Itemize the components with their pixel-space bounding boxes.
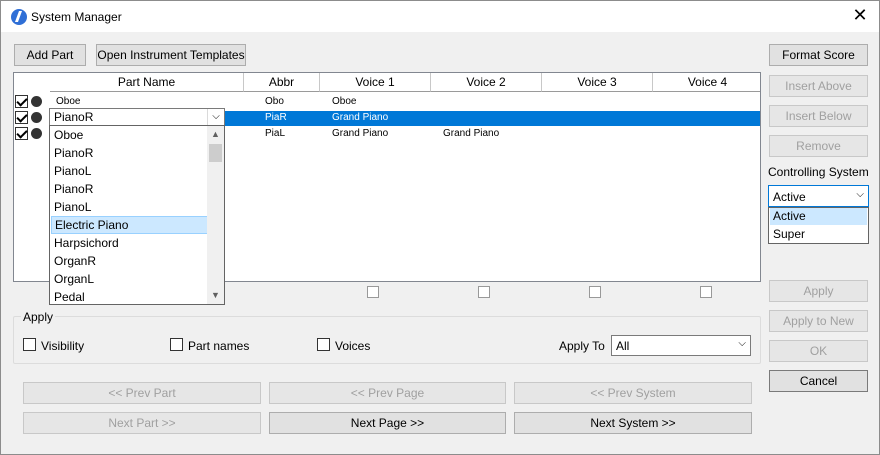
cell-abbr[interactable]: PiaR <box>265 111 287 125</box>
insert-below-button[interactable]: Insert Below <box>769 105 868 127</box>
row-visible-checkbox[interactable] <box>15 127 28 140</box>
cell-abbr[interactable]: PiaL <box>265 127 285 141</box>
next-system-button[interactable]: Next System >> <box>514 412 752 434</box>
apply-to-label: Apply To <box>559 339 605 353</box>
dropdown-option[interactable]: OrganR <box>51 252 208 270</box>
apply-to-select[interactable]: All ⌵ <box>611 335 751 356</box>
chevron-down-icon[interactable]: ⌵ <box>207 109 224 125</box>
row-visible-checkbox[interactable] <box>15 111 28 124</box>
column-header-voice3[interactable]: Voice 3 <box>542 73 653 92</box>
apply-group-label: Apply <box>21 310 56 324</box>
dropdown-option[interactable]: PianoR <box>51 144 208 162</box>
insert-above-button[interactable]: Insert Above <box>769 75 868 97</box>
dropdown-option[interactable]: Harpsichord <box>51 234 208 252</box>
scrollbar-thumb[interactable] <box>209 144 222 162</box>
voice2-apply-checkbox[interactable] <box>478 286 490 298</box>
controlling-system-dropdown[interactable]: Active Super <box>768 207 869 244</box>
add-part-button[interactable]: Add Part <box>14 44 86 66</box>
app-logo-icon <box>11 9 27 25</box>
cell-part-name[interactable]: Oboe <box>56 95 80 109</box>
dropdown-option[interactable]: OrganL <box>51 270 208 288</box>
column-header-part-name[interactable]: Part Name <box>50 73 244 92</box>
apply-to-new-button[interactable]: Apply to New <box>769 310 868 332</box>
voices-label: Voices <box>335 339 371 353</box>
cell-voice1[interactable]: Grand Piano <box>332 111 388 125</box>
close-icon[interactable]: ✕ <box>851 6 869 24</box>
controlling-system-select[interactable]: Active ⌵ <box>768 185 869 207</box>
dropdown-option[interactable]: PianoL <box>51 198 208 216</box>
voice1-apply-checkbox[interactable] <box>367 286 379 298</box>
visibility-label: Visibility <box>41 339 85 353</box>
title-bar: System Manager ✕ <box>1 1 879 32</box>
part-names-label: Part names <box>188 339 250 353</box>
part-name-dropdown-list[interactable]: Oboe PianoR PianoL PianoR PianoL Electri… <box>49 125 225 305</box>
row-status-dot-icon <box>31 112 42 123</box>
dropdown-scrollbar[interactable]: ▲ ▼ <box>207 126 224 304</box>
part-name-combobox-value: PianoR <box>54 110 94 124</box>
voices-checkbox[interactable] <box>317 338 330 351</box>
column-header-voice4[interactable]: Voice 4 <box>653 73 760 92</box>
cell-voice2[interactable]: Grand Piano <box>443 127 499 141</box>
system-manager-window: System Manager ✕ Add Part Open Instrumen… <box>0 0 880 455</box>
controlling-system-value: Active <box>773 190 806 204</box>
apply-button[interactable]: Apply <box>769 280 868 302</box>
dropdown-option[interactable]: Pedal <box>51 288 208 304</box>
window-title: System Manager <box>31 10 122 24</box>
cell-voice1[interactable]: Grand Piano <box>332 127 388 141</box>
apply-to-value: All <box>616 339 630 353</box>
part-names-checkbox[interactable] <box>170 338 183 351</box>
cell-abbr[interactable]: Obo <box>265 95 284 109</box>
format-score-button[interactable]: Format Score <box>769 44 868 66</box>
chevron-down-icon: ⌵ <box>856 189 864 200</box>
prev-part-button[interactable]: << Prev Part <box>23 382 261 404</box>
scroll-down-icon[interactable]: ▼ <box>207 287 224 304</box>
dropdown-option[interactable]: PianoR <box>51 180 208 198</box>
open-instrument-templates-button[interactable]: Open Instrument Templates <box>96 44 246 66</box>
dropdown-option[interactable]: Super <box>770 226 867 243</box>
column-header-voice1[interactable]: Voice 1 <box>320 73 431 92</box>
dropdown-option[interactable]: Oboe <box>51 126 208 144</box>
prev-system-button[interactable]: << Prev System <box>514 382 752 404</box>
cancel-button[interactable]: Cancel <box>769 370 868 392</box>
chevron-down-icon: ⌵ <box>738 338 746 349</box>
next-part-button[interactable]: Next Part >> <box>23 412 261 434</box>
ok-button[interactable]: OK <box>769 340 868 362</box>
scroll-up-icon[interactable]: ▲ <box>207 126 224 143</box>
voice4-apply-checkbox[interactable] <box>700 286 712 298</box>
row-status-dot-icon <box>31 96 42 107</box>
row-visible-checkbox[interactable] <box>15 95 28 108</box>
column-header-abbr[interactable]: Abbr <box>244 73 320 92</box>
next-page-button[interactable]: Next Page >> <box>269 412 506 434</box>
cell-voice1[interactable]: Oboe <box>332 95 356 109</box>
dropdown-option-highlighted[interactable]: Electric Piano <box>51 216 208 234</box>
remove-button[interactable]: Remove <box>769 135 868 157</box>
controlling-system-label: Controlling System <box>768 165 869 179</box>
row-status-dot-icon <box>31 128 42 139</box>
dropdown-option-highlighted[interactable]: Active <box>770 208 867 225</box>
prev-page-button[interactable]: << Prev Page <box>269 382 506 404</box>
visibility-checkbox[interactable] <box>23 338 36 351</box>
dropdown-option[interactable]: PianoL <box>51 162 208 180</box>
column-header-voice2[interactable]: Voice 2 <box>431 73 542 92</box>
part-name-combobox[interactable]: PianoR ⌵ <box>49 108 225 126</box>
voice3-apply-checkbox[interactable] <box>589 286 601 298</box>
